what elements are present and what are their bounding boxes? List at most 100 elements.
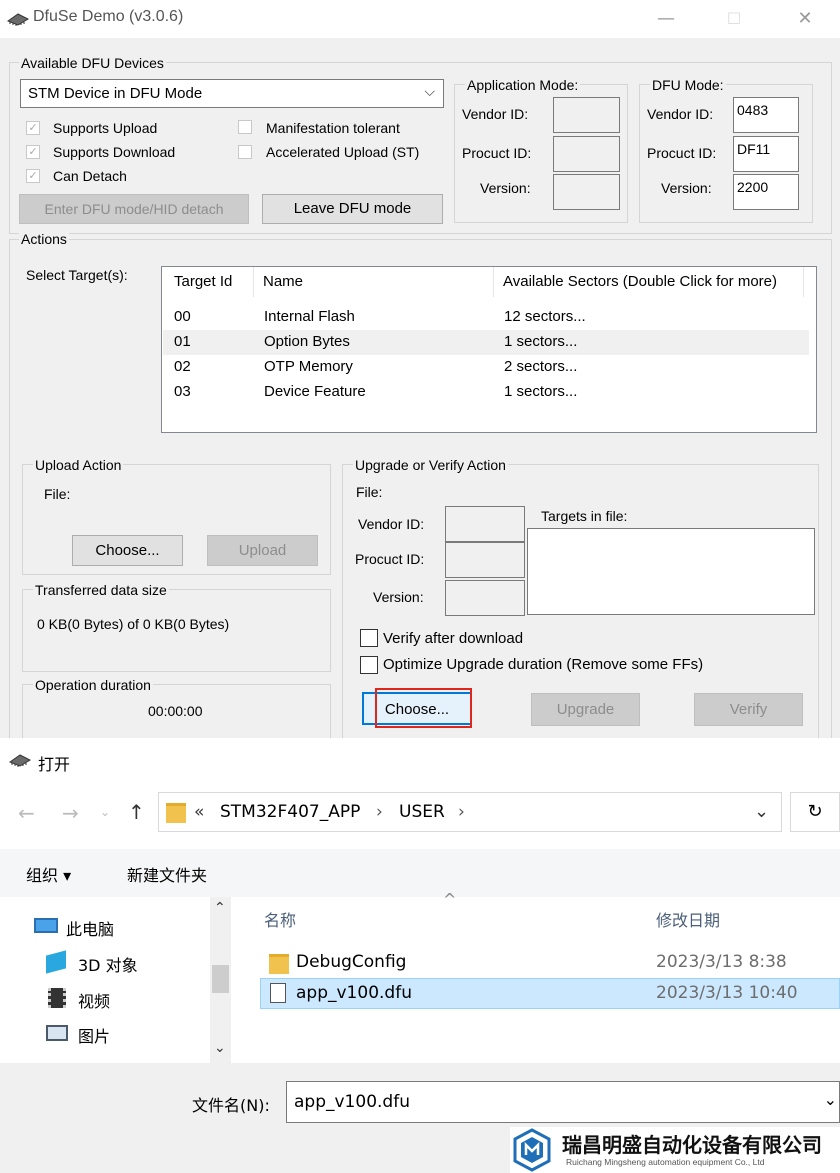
file-icon (270, 983, 286, 1003)
app-vendor-field (553, 97, 620, 133)
dfu-version-field: 2200 (733, 174, 799, 210)
file-name: app_v100.dfu (296, 983, 412, 1003)
duration-label: Operation duration (33, 677, 153, 693)
dfu-vendor-field: 0483 (733, 97, 799, 133)
close-button[interactable]: ✕ (782, 6, 828, 32)
scroll-up-icon[interactable]: ⌃ (214, 900, 226, 916)
file-date: 2023/3/13 8:38 (656, 952, 787, 972)
folder-icon (269, 954, 289, 974)
col-target-id[interactable]: Target Id (174, 273, 232, 290)
path-segment-user[interactable]: USER (399, 802, 445, 822)
nav-item-video[interactable]: 视频 (78, 988, 110, 1012)
verify-after-label: Verify after download (383, 630, 524, 647)
can-detach-label: Can Detach (53, 168, 127, 184)
scrollbar-thumb[interactable] (212, 965, 229, 993)
company-name-en: Ruichang Mingsheng automation equipment … (566, 1157, 765, 1167)
dfu-mode-label: DFU Mode: (650, 77, 726, 93)
app-version-field (553, 174, 620, 210)
optimize-checkbox[interactable] (360, 656, 378, 674)
chip-icon (6, 13, 30, 26)
filename-input[interactable]: app_v100.dfu ⌄ (286, 1081, 840, 1123)
folder-icon (166, 803, 186, 823)
highlight-box (375, 688, 472, 728)
upgrade-version-field (445, 580, 525, 616)
dfu-vendor-label: Vendor ID: (647, 106, 714, 122)
organize-button[interactable]: 组织 ▾ (26, 862, 71, 886)
back-arrow-icon[interactable]: ← (18, 801, 35, 825)
optimize-label: Optimize Upgrade duration (Remove some F… (383, 656, 704, 673)
upload-button[interactable]: Upload (207, 535, 318, 566)
dialog-title: 打开 (38, 755, 71, 774)
upgrade-label: Upgrade or Verify Action (353, 457, 508, 473)
filename-input-value: app_v100.dfu (294, 1092, 410, 1112)
table-row[interactable]: 00 Internal Flash 12 sectors... (163, 305, 809, 330)
supports-upload-checkbox: ✓ (26, 121, 40, 135)
path-overflow[interactable]: « (194, 802, 204, 822)
scroll-down-icon[interactable]: ⌄ (214, 1040, 226, 1056)
path-segment-app[interactable]: STM32F407_APP (220, 802, 360, 822)
upgrade-button[interactable]: Upgrade (531, 693, 640, 726)
table-row[interactable]: 02 OTP Memory 2 sectors... (163, 355, 809, 380)
enter-dfu-button[interactable]: Enter DFU mode/HID detach (19, 194, 249, 224)
verify-after-checkbox[interactable] (360, 629, 378, 647)
picture-icon (46, 1025, 68, 1041)
up-arrow-icon[interactable]: ↑ (128, 800, 145, 824)
video-icon (48, 988, 66, 1008)
transferred-label: Transferred data size (33, 582, 169, 598)
app-vendor-label: Vendor ID: (462, 106, 529, 122)
dfu-product-field: DF11 (733, 136, 799, 172)
dialog-toolbar (0, 849, 840, 897)
forward-arrow-icon[interactable]: → (62, 801, 79, 825)
filename-label: 文件名(N): (192, 1096, 270, 1115)
company-logo (513, 1128, 551, 1172)
upgrade-file-label: File: (356, 484, 383, 500)
table-row[interactable]: 01 Option Bytes 1 sectors... (163, 330, 809, 355)
chip-icon (8, 754, 32, 767)
manifestation-checkbox (238, 120, 252, 134)
transferred-value: 0 KB(0 Bytes) of 0 KB(0 Bytes) (37, 616, 230, 632)
upload-choose-button[interactable]: Choose... (72, 535, 183, 566)
path-separator: › (376, 802, 383, 822)
device-select-value: STM Device in DFU Mode (28, 85, 203, 102)
refresh-icon[interactable]: ↻ (790, 792, 840, 832)
chevron-down-icon[interactable]: ⌄ (754, 801, 769, 822)
nav-item-this-pc[interactable]: 此电脑 (66, 916, 114, 940)
dfu-version-label: Version: (661, 180, 712, 196)
select-target-label: Select Target(s): (26, 267, 128, 283)
upgrade-vendor-field (445, 506, 525, 542)
col-modified-date[interactable]: 修改日期 (656, 907, 720, 931)
path-separator[interactable]: › (458, 802, 465, 822)
nav-item-3d[interactable]: 3D 对象 (78, 952, 138, 976)
maximize-button[interactable]: ☐ (711, 6, 757, 32)
app-version-label: Version: (480, 180, 531, 196)
sort-indicator-icon: ^ (443, 890, 457, 909)
list-item[interactable]: DebugConfig 2023/3/13 8:38 (260, 949, 840, 977)
recent-chevron-icon[interactable]: ⌄ (100, 805, 110, 819)
verify-button[interactable]: Verify (694, 693, 803, 726)
new-folder-button[interactable]: 新建文件夹 (127, 862, 207, 886)
accelerated-upload-checkbox (238, 145, 252, 159)
upload-file-label: File: (44, 486, 71, 502)
list-item[interactable]: app_v100.dfu 2023/3/13 10:40 (260, 978, 840, 1009)
app-mode-label: Application Mode: (465, 77, 581, 93)
nav-item-pictures[interactable]: 图片 (78, 1023, 110, 1047)
supports-download-label: Supports Download (53, 144, 176, 160)
upgrade-vendor-label: Vendor ID: (358, 516, 425, 532)
app-product-field (553, 136, 620, 172)
computer-icon (34, 918, 58, 933)
chevron-down-icon[interactable]: ⌄ (824, 1090, 837, 1109)
app-product-label: Procuct ID: (462, 145, 532, 161)
targets-in-file-list[interactable] (527, 528, 815, 615)
dfu-product-label: Procuct ID: (647, 145, 717, 161)
col-sectors[interactable]: Available Sectors (Double Click for more… (503, 273, 777, 290)
leave-dfu-button[interactable]: Leave DFU mode (262, 194, 443, 224)
devices-group-label: Available DFU Devices (19, 55, 166, 71)
manifestation-label: Manifestation tolerant (266, 120, 400, 136)
col-file-name[interactable]: 名称 (264, 907, 296, 931)
col-name[interactable]: Name (263, 273, 303, 290)
company-name-cn: 瑞昌明盛自动化设备有限公司 (562, 1133, 822, 1157)
file-date: 2023/3/13 10:40 (656, 983, 798, 1003)
table-row[interactable]: 03 Device Feature 1 sectors... (163, 380, 809, 405)
device-select[interactable]: STM Device in DFU Mode ⌵ (20, 79, 444, 108)
minimize-button[interactable]: — (643, 6, 689, 32)
